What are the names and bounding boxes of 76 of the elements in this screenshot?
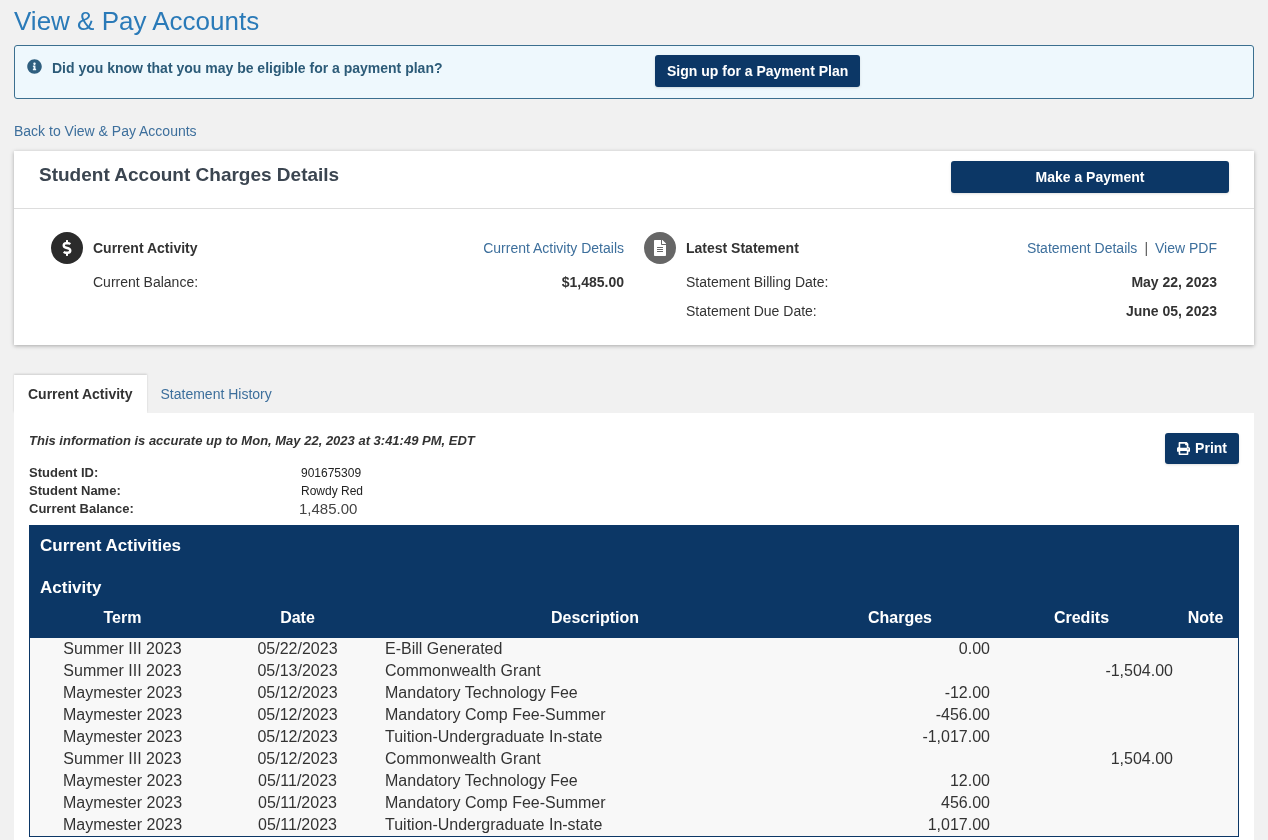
- student-value: Rowdy Red: [300, 482, 365, 500]
- section-heading: Latest Statement: [686, 238, 799, 258]
- student-value: 1,485.00: [299, 499, 359, 518]
- table-cell-text: 1,017.00: [926, 814, 990, 835]
- table-cell-text: 12.00: [948, 770, 990, 791]
- table-cell-text: 05/12/2023: [256, 748, 339, 769]
- card-title: Student Account Charges Details: [39, 163, 340, 187]
- table-subtitle: Activity: [40, 577, 103, 598]
- tab[interactable]: Statement History: [146, 375, 286, 413]
- table-cell-text: Tuition-Undergraduate In-state: [384, 726, 604, 747]
- field-value: $1,485.00: [561, 273, 624, 292]
- table-cell-text: -1,017.00: [921, 726, 990, 747]
- table-cell-text: Summer III 2023: [62, 748, 183, 769]
- activity-details-link[interactable]: Current Activity Details: [483, 237, 624, 259]
- table-cell-text: Maymester 2023: [61, 814, 184, 835]
- table-cell-text: Mandatory Technology Fee: [384, 682, 579, 703]
- field-label: Current Balance:: [93, 273, 199, 292]
- table-cell-text: Commonwealth Grant: [384, 748, 542, 769]
- table-cell-text: Summer III 2023: [62, 660, 183, 681]
- back-link[interactable]: Back to View & Pay Accounts: [14, 121, 1254, 142]
- column-header: Date: [279, 607, 316, 628]
- document-icon: [644, 232, 676, 264]
- alert-message: Did you know that you may be eligible for a payment plan?: [52, 59, 443, 78]
- column-header: Charges: [867, 607, 933, 628]
- table-cell-text: Tuition-Undergraduate In-state: [384, 814, 604, 835]
- tab[interactable]: Current Activity: [14, 375, 147, 413]
- table-cell-text: 05/12/2023: [256, 682, 339, 703]
- printer-icon: [1177, 442, 1191, 455]
- table-cell-text: Maymester 2023: [61, 682, 184, 703]
- section-heading: Current Activity: [93, 238, 198, 258]
- table-cell-text: Maymester 2023: [61, 770, 184, 791]
- table-title: Current Activities: [40, 535, 183, 556]
- table-cell-text: -456.00: [934, 704, 990, 725]
- student-label: Student ID:: [29, 463, 100, 482]
- student-label: Current Balance:: [29, 499, 135, 518]
- payment-plan-button[interactable]: Sign up for a Payment Plan: [655, 55, 861, 87]
- page-title: View & Pay Accounts: [14, 6, 261, 36]
- dollar-icon: [51, 232, 83, 264]
- table-cell-text: Maymester 2023: [61, 726, 184, 747]
- table-cell-text: Mandatory Comp Fee-Summer: [384, 792, 607, 813]
- table-cell-text: 456.00: [940, 792, 990, 813]
- statement-link[interactable]: Statement Details: [1026, 237, 1138, 259]
- column-header: Credits: [1052, 607, 1111, 628]
- make-payment-button[interactable]: Make a Payment: [951, 161, 1229, 193]
- statement-link[interactable]: View PDF: [1155, 237, 1217, 259]
- table-cell-text: E-Bill Generated: [384, 638, 504, 659]
- table-cell-text: 1,504.00: [1109, 748, 1173, 769]
- table-cell-text: Maymester 2023: [61, 792, 184, 813]
- student-value: 901675309: [300, 464, 363, 482]
- table-cell-text: Mandatory Comp Fee-Summer: [384, 704, 607, 725]
- table-cell-text: Maymester 2023: [61, 704, 184, 725]
- table-cell-text: 0.00: [957, 638, 990, 659]
- table-cell-text: 05/12/2023: [256, 704, 339, 725]
- info-icon: [27, 59, 42, 74]
- table-cell-text: -1,504.00: [1104, 660, 1173, 681]
- table-cell-text: 05/11/2023: [257, 792, 338, 813]
- table-cell-text: Mandatory Technology Fee: [384, 770, 579, 791]
- table-cell-text: 05/13/2023: [256, 660, 339, 681]
- table-cell-text: Commonwealth Grant: [384, 660, 542, 681]
- field-label: Statement Due Date:: [686, 302, 817, 321]
- table-cell-text: 05/11/2023: [257, 770, 338, 791]
- link-separator: |: [1144, 238, 1148, 258]
- field-value: June 05, 2023: [1125, 302, 1217, 321]
- table-cell-text: -12.00: [943, 682, 990, 703]
- table-cell-text: 05/11/2023: [257, 814, 338, 835]
- column-header: Description: [550, 607, 640, 628]
- table-cell-text: 05/22/2023: [256, 638, 339, 659]
- table-cell-text: 05/12/2023: [256, 726, 339, 747]
- field-label: Statement Billing Date:: [686, 273, 829, 292]
- column-header: Note: [1186, 607, 1225, 628]
- column-header: Term: [102, 607, 143, 628]
- table-cell-text: Summer III 2023: [62, 638, 183, 659]
- print-button[interactable]: Print: [1165, 433, 1239, 464]
- student-label: Student Name:: [29, 481, 122, 500]
- field-value: May 22, 2023: [1131, 273, 1217, 292]
- accuracy-note: This information is accurate up to Mon, May 22, 2023 at 3:41:49 PM, EDT: [29, 432, 475, 450]
